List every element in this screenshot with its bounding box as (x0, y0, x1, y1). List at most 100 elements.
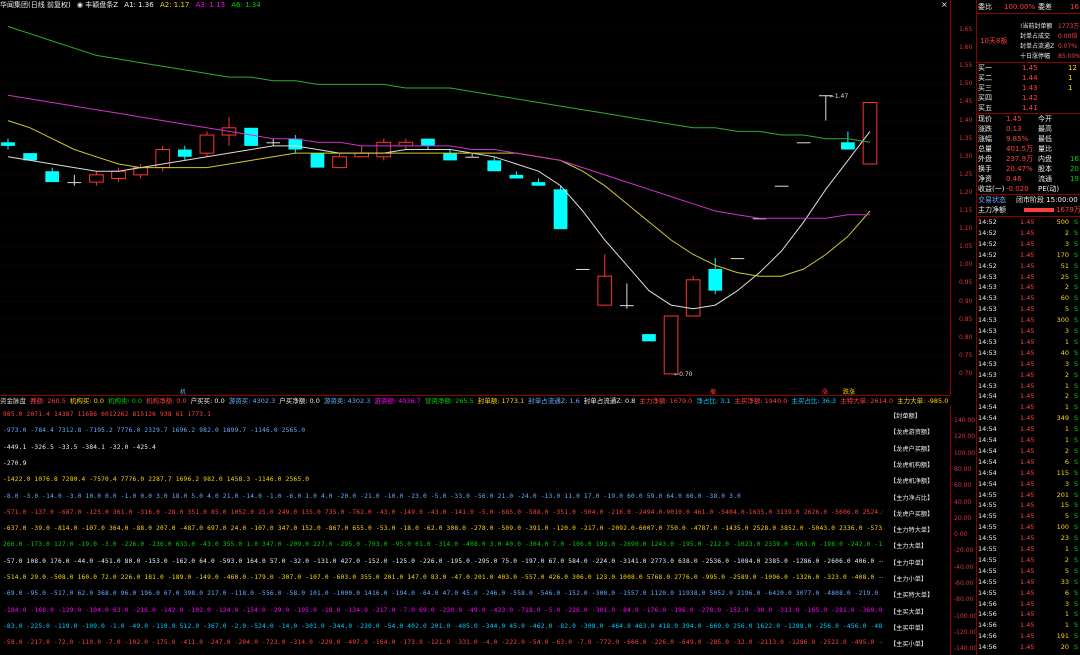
tick-price: 1.45 (1020, 392, 1035, 401)
tick-side: S (1074, 446, 1079, 455)
tick-side: S (1074, 218, 1079, 226)
limit-key: 十日涨停幅 (1020, 53, 1051, 60)
tick-volume: 2 (1064, 392, 1069, 401)
tick-price: 1.45 (1020, 294, 1035, 303)
tick-time: 14:56 (978, 621, 997, 630)
tick-time: 14:56 (978, 610, 997, 619)
order-price: 1.43 (1022, 84, 1038, 92)
tick-time: 14:55 (978, 577, 997, 586)
tick-volume: 5 (1064, 566, 1069, 575)
tick-row: 14:55 1.45 5 S (978, 566, 1080, 576)
tick-side: S (1074, 327, 1079, 335)
tick-price: 1.45 (1020, 501, 1035, 510)
price-tick: 1.35 (959, 134, 973, 142)
tick-row: 14:52 1.45 3 S (978, 239, 1080, 249)
tick-volume: 3 (1064, 599, 1069, 608)
lower-tick: -140.00 (954, 645, 978, 653)
order-row: 买二 1.44 1 (978, 73, 1080, 83)
tick-volume: 191 (1056, 632, 1069, 641)
order-row: 买三 1.43 1 (978, 83, 1080, 93)
quote-row: 现价 1.45 今开 (978, 114, 1080, 124)
tick-side: S (1074, 588, 1079, 597)
lower-tick: -40.00 (954, 563, 974, 571)
tick-volume: 1 (1064, 621, 1069, 630)
tick-time: 14:56 (978, 632, 997, 641)
tick-volume: 51 (1060, 261, 1069, 270)
quote-row: 换手 20.47% 股本 20 (978, 164, 1080, 174)
lower-axis: 140.00 120.00 100.00 80.00 60.00 40.00 20.00 0.… (950, 405, 977, 655)
legend-item: 主买占比: 36.3 (791, 397, 837, 405)
tick-time: 14:52 (978, 250, 997, 259)
candle-body (663, 315, 679, 375)
tick-side: S (1074, 621, 1079, 630)
quote-key: 外盘 (978, 155, 992, 163)
tick-row: 14:54 1.45 2 S (978, 391, 1080, 401)
tick-side: S (1074, 316, 1079, 325)
tick-time: 14:53 (978, 381, 997, 390)
tick-price: 1.45 (1020, 403, 1035, 412)
price-tick: 1.05 (959, 243, 973, 251)
table-row: -973.0 -784.4 7312.8 -7195.2 7776.0 2329… (3, 427, 306, 435)
tick-side: S (1074, 457, 1079, 466)
quote-row: 外盘 237.9万内盘 163 (978, 154, 1080, 164)
kline-chart[interactable]: ←1.47 ←0.70 华闻集团(日线 前复权) ◉ 丰颖盘条Z A1: 1.36… (0, 0, 950, 396)
legend-item: 游资买: 4302.3 (228, 397, 276, 405)
tick-side: S (1074, 381, 1079, 390)
candle-body (177, 149, 192, 157)
tick-volume: 300 (1056, 316, 1069, 325)
price-tick: 1.50 (959, 80, 973, 88)
legend-item: 游资卖: 4302.3 (323, 397, 371, 405)
row-label: 【主力特大单】 (890, 527, 934, 535)
tick-price: 1.45 (1020, 490, 1035, 499)
tick-side: S (1074, 501, 1079, 510)
quote-row: 涨跌 0.13 最高 (978, 124, 1080, 134)
quote-row: 收益(一) -0.020 PE(动) (978, 184, 1080, 194)
tick-time: 14:52 (978, 239, 997, 248)
tick-row: 14:53 1.45 40 S (978, 348, 1080, 358)
candle-body (708, 268, 723, 291)
tick-side: S (1074, 370, 1079, 379)
kline-svg[interactable]: ←1.47 ←0.70 (0, 0, 950, 395)
row-label: 【龙虎机构额】 (890, 461, 934, 469)
candle-body (465, 156, 480, 158)
row-label: 【主买中单】 (890, 624, 928, 632)
quote-row: 净资 0.46 流通 19 (978, 174, 1080, 184)
tick-time: 14:54 (978, 436, 997, 444)
candle-body (443, 153, 457, 161)
price-tick: 0.90 (959, 297, 973, 305)
tick-time: 14:54 (978, 468, 997, 477)
tick-side: S (1074, 272, 1079, 281)
candle-body (862, 101, 878, 165)
quote-value: -0.020 (1006, 185, 1029, 193)
lower-tick: 60.00 (954, 482, 972, 490)
tick-side: S (1074, 392, 1079, 401)
tick-volume: 15 (1060, 501, 1069, 510)
candle-body (45, 171, 60, 183)
tick-side: S (1074, 534, 1079, 543)
limit-value: 85.00% (1058, 53, 1080, 60)
tick-time: 14:52 (978, 228, 997, 237)
order-price: 1.44 (1022, 74, 1038, 82)
tick-side: S (1074, 643, 1079, 652)
row-label: 【龙虎机净额】 (890, 478, 934, 486)
table-row: -184.0 -168.0 -129.0 -104.0 63.0 -216.0 … (3, 606, 883, 614)
quote-key2: 最高 (1038, 125, 1052, 133)
tick-volume: 23 (1060, 534, 1069, 543)
tick-price: 1.45 (1020, 436, 1035, 444)
tick-row: 14:52 1.45 170 S (978, 250, 1080, 260)
indicator-name[interactable]: ◉ 丰颖盘条Z (77, 1, 118, 9)
tick-side: S (1074, 512, 1079, 521)
quote-key2: 股本 (1038, 165, 1052, 173)
row-label: 【主力中单】 (890, 559, 928, 567)
candle-body (597, 275, 613, 306)
close-icon[interactable]: × (941, 0, 948, 9)
tick-row: 14:53 1.45 25 S (978, 272, 1080, 282)
legend-item: 资金脉盘 (0, 397, 26, 405)
tick-row: 14:52 1.45 500 S (978, 217, 1080, 227)
quote-key2: 最低 (1038, 135, 1052, 143)
tick-row: 14:54 1.45 2 S (978, 446, 1080, 456)
tick-row: 14:53 1.45 60 S (978, 293, 1080, 303)
tick-time: 14:56 (978, 599, 997, 608)
tick-side: S (1074, 566, 1079, 575)
tick-side: S (1074, 414, 1079, 423)
